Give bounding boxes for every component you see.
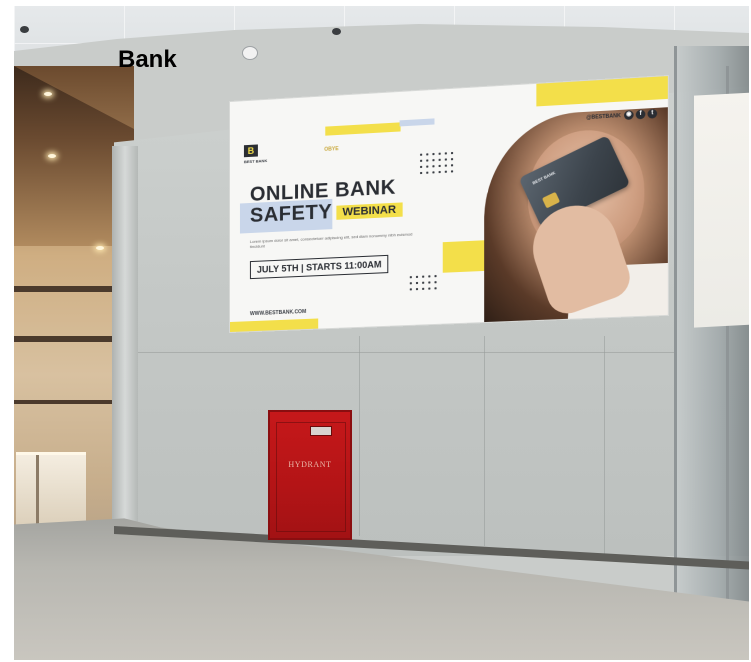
smoke-detector <box>242 46 258 60</box>
ceiling-light <box>20 26 29 33</box>
accent-block <box>536 76 668 107</box>
hydrant-lock <box>310 426 332 436</box>
dot-pattern <box>418 149 456 175</box>
bank-url: WWW.BESTBANK.COM <box>249 308 307 318</box>
wall-panel-line <box>359 336 360 536</box>
bank-name: BEST BANK <box>243 157 268 165</box>
hydrant-door <box>276 422 346 532</box>
accent-block <box>325 122 401 136</box>
glass-frame <box>674 46 677 660</box>
secondary-screen <box>694 92 749 328</box>
card-chip <box>541 191 561 209</box>
wall-panel-line <box>134 352 674 353</box>
photo-caption: Bank <box>118 46 177 73</box>
wall-panel-line <box>484 336 485 546</box>
bank-logo: B <box>243 144 258 158</box>
event-date: JULY 5TH | STARTS 11:00AM <box>249 254 389 280</box>
event-code: OBYE <box>324 146 339 153</box>
webinar-billboard: B BEST BANK OBYE ONLINE BANK SAFETY WEBI… <box>230 76 668 332</box>
corridor-light <box>48 154 56 158</box>
billboard-title: ONLINE BANK SAFETY <box>250 176 396 227</box>
pillar <box>112 146 138 536</box>
corridor-light <box>96 246 104 250</box>
dot-pattern <box>407 272 439 291</box>
corridor-wall-band <box>14 400 112 404</box>
accent-block <box>399 118 435 127</box>
card-label: BEST BANK <box>531 170 557 186</box>
hydrant-label: HYDRANT <box>288 460 332 469</box>
wall-panel-line <box>604 336 605 556</box>
ceiling-light <box>332 28 341 35</box>
hydrant-cabinet: HYDRANT <box>268 410 352 540</box>
photo-scene: B BEST BANK OBYE ONLINE BANK SAFETY WEBI… <box>14 6 749 660</box>
corridor-wall-band <box>14 336 112 342</box>
accent-block <box>442 240 485 273</box>
corridor-light <box>44 92 52 96</box>
billboard-body: Lorem ipsum dolor sit amet, consectetuer… <box>249 231 413 250</box>
corridor-wall-band <box>14 286 112 292</box>
